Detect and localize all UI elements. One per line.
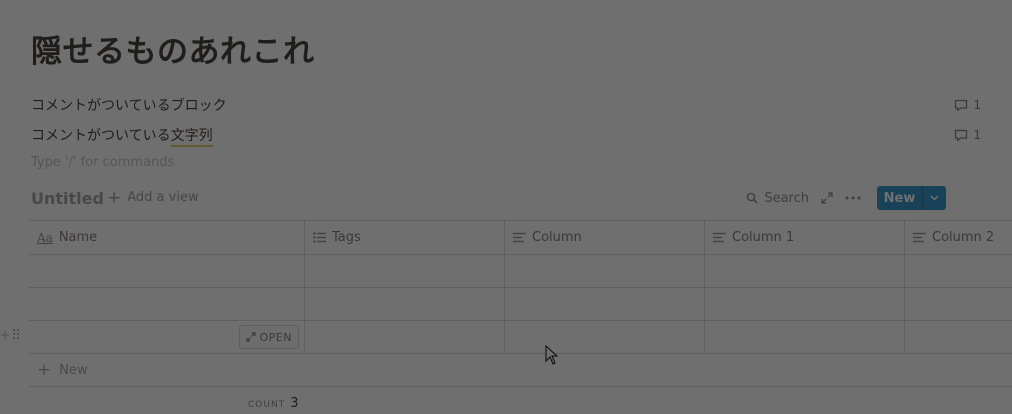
add-view-button[interactable]: + Add a view [107, 187, 199, 208]
add-row-plus-icon[interactable]: + [0, 328, 10, 342]
column-2-cell[interactable] [905, 288, 1012, 320]
count-label: COUNT [248, 400, 286, 410]
column-2-cell[interactable] [905, 255, 1012, 287]
block-text: コメントがついている [31, 128, 171, 144]
tags-cell[interactable] [305, 321, 505, 353]
notion-page: 隠せるものあれこれ コメントがついているブロック 1 コメントがついている文字列… [0, 0, 1012, 414]
database-toolbar: Search New [746, 186, 946, 210]
count-value: 3 [290, 396, 299, 411]
search-icon [747, 192, 758, 204]
comment-icon [955, 99, 968, 111]
new-row-label: New [59, 362, 88, 378]
column-header-name[interactable]: Aa Name [29, 221, 305, 254]
column-header-column-1[interactable]: Column 1 [705, 221, 905, 254]
expand-icon [821, 192, 833, 204]
column-header-tags[interactable]: Tags [305, 221, 505, 254]
plus-icon: + [107, 187, 122, 208]
name-cell[interactable] [29, 288, 305, 320]
more-options-button[interactable] [845, 196, 861, 200]
text-lines-icon [513, 232, 526, 243]
column-label: Column 1 [732, 230, 795, 245]
comment-count-text[interactable]: 1 [954, 128, 981, 142]
title-aa-icon: Aa [37, 230, 53, 245]
column-cell[interactable] [505, 288, 705, 320]
text-lines-icon [913, 232, 926, 243]
database-table: Aa Name Tags Column Column 1 Column 2 + … [0, 220, 1012, 387]
name-cell[interactable] [29, 255, 305, 287]
more-icon [845, 196, 861, 200]
new-template-dropdown[interactable] [923, 195, 946, 201]
count-footer[interactable]: COUNT 3 [248, 396, 298, 411]
column-label: Tags [332, 230, 361, 245]
column-header-column-2[interactable]: Column 2 [905, 221, 1012, 254]
column-1-cell[interactable] [705, 288, 905, 320]
name-cell[interactable]: OPEN [29, 321, 305, 353]
new-row-button[interactable]: + New [29, 354, 1012, 387]
column-label: Column [532, 230, 582, 245]
table-row[interactable] [29, 255, 1012, 288]
comment-count-value: 1 [973, 128, 981, 142]
column-label: Column 2 [932, 230, 995, 245]
new-record-button[interactable]: New [877, 186, 946, 210]
tags-cell[interactable] [305, 255, 505, 287]
comment-count-value: 1 [973, 98, 981, 112]
column-1-cell[interactable] [705, 255, 905, 287]
column-cell[interactable] [505, 321, 705, 353]
multi-select-list-icon [313, 232, 326, 243]
comment-icon [955, 129, 968, 141]
expand-button[interactable] [821, 192, 833, 204]
text-lines-icon [713, 232, 726, 243]
empty-block-placeholder[interactable]: Type '/' for commands [31, 155, 174, 170]
column-2-cell[interactable] [905, 321, 1012, 353]
open-row-button[interactable]: OPEN [238, 325, 299, 349]
plus-icon: + [37, 360, 52, 380]
drag-handle-icon[interactable]: ⠿ [11, 329, 21, 343]
add-view-label: Add a view [127, 190, 199, 205]
table-row[interactable] [29, 288, 1012, 321]
commented-block[interactable]: コメントがついているブロック [31, 95, 227, 115]
commented-text-highlight[interactable]: 文字列 [170, 128, 213, 147]
chevron-down-icon [930, 195, 939, 201]
column-cell[interactable] [505, 255, 705, 287]
table-header: Aa Name Tags Column Column 1 Column 2 [29, 221, 1012, 255]
tags-cell[interactable] [305, 288, 505, 320]
open-expand-icon [245, 332, 256, 342]
new-button-label: New [883, 190, 916, 206]
table-row[interactable]: + ⠿ OPEN [0, 321, 1012, 354]
database-title[interactable]: Untitled [31, 189, 104, 208]
commented-text-block[interactable]: コメントがついている文字列 [31, 125, 213, 147]
column-header-column[interactable]: Column [505, 221, 705, 254]
open-label: OPEN [259, 330, 292, 344]
search-label: Search [764, 190, 809, 206]
search-button[interactable]: Search [746, 191, 809, 206]
column-label: Name [58, 230, 98, 245]
mouse-cursor-icon [545, 345, 559, 365]
comment-count-block[interactable]: 1 [954, 98, 981, 112]
column-1-cell[interactable] [705, 321, 905, 353]
page-title[interactable]: 隠せるものあれこれ [31, 26, 315, 71]
